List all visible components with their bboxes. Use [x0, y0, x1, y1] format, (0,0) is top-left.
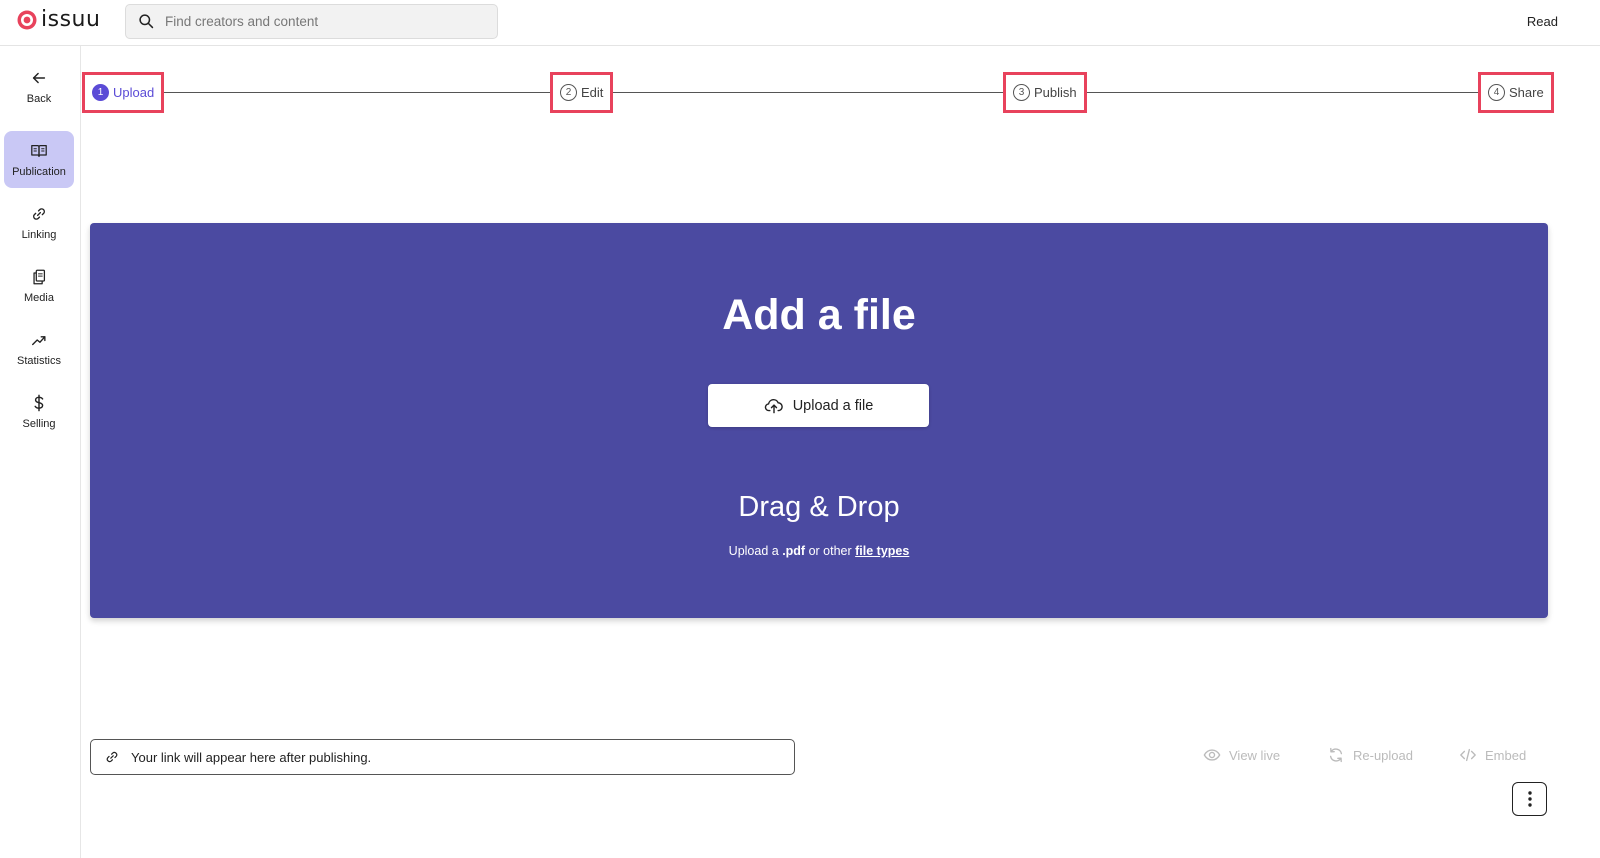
sidebar-item-label: Media — [24, 291, 54, 304]
dollar-icon — [34, 394, 44, 411]
link-icon — [33, 207, 45, 220]
search-bar[interactable] — [125, 4, 498, 39]
issuu-logo-icon — [17, 10, 37, 30]
hint-middle: or other — [805, 544, 856, 558]
step-label: Edit — [581, 85, 604, 100]
step-share[interactable]: 4 Share — [1478, 72, 1554, 113]
code-icon — [1460, 748, 1476, 762]
embed-label: Embed — [1485, 747, 1527, 763]
sidebar-item-selling[interactable]: Selling — [4, 383, 74, 440]
dropzone-title: Add a file — [722, 291, 916, 339]
step-number: 3 — [1013, 84, 1030, 101]
refresh-icon — [1329, 747, 1343, 763]
sidebar: Back Publication Linking Media Statistic… — [0, 46, 81, 858]
file-types-link[interactable]: file types — [855, 544, 909, 558]
search-icon — [139, 14, 154, 29]
step-upload[interactable]: 1 Upload — [82, 72, 165, 113]
back-button[interactable]: Back — [4, 58, 74, 115]
publication-link-field[interactable]: Your link will appear here after publish… — [90, 739, 795, 775]
sidebar-item-label: Statistics — [16, 354, 61, 367]
search-input[interactable] — [165, 14, 465, 29]
brand-name: issuu — [41, 7, 101, 32]
sidebar-item-label: Linking — [21, 228, 57, 241]
pages-icon — [33, 269, 46, 284]
sidebar-item-statistics[interactable]: Statistics — [4, 320, 74, 377]
stepper-line — [160, 92, 1480, 93]
upload-file-button[interactable]: Upload a file — [708, 384, 929, 427]
link-icon — [106, 751, 118, 763]
sidebar-item-media[interactable]: Media — [4, 257, 74, 314]
more-options-button[interactable] — [1512, 782, 1547, 816]
sidebar-item-label: Selling — [22, 417, 56, 430]
hint-prefix: Upload a — [728, 544, 783, 558]
step-number: 2 — [560, 84, 577, 101]
reupload-label: Re-upload — [1353, 747, 1413, 763]
back-label: Back — [26, 92, 52, 105]
hint-ext: .pdf — [782, 544, 806, 558]
step-publish[interactable]: 3 Publish — [1003, 72, 1087, 113]
book-icon — [31, 144, 47, 157]
issuu-logo[interactable]: issuu — [17, 7, 101, 32]
sidebar-item-linking[interactable]: Linking — [4, 194, 74, 251]
reupload-button[interactable]: Re-upload — [1327, 746, 1413, 764]
vertical-dots-icon — [1527, 791, 1532, 807]
arrow-left-icon — [32, 72, 46, 83]
read-link[interactable]: Read — [1527, 14, 1558, 29]
step-label: Publish — [1034, 85, 1077, 100]
trend-icon — [32, 335, 46, 345]
embed-button[interactable]: Embed — [1459, 746, 1526, 764]
step-number: 1 — [92, 84, 109, 101]
eye-icon — [1203, 749, 1221, 761]
view-live-button[interactable]: View live — [1203, 746, 1280, 764]
cloud-upload-icon — [764, 398, 783, 413]
step-edit[interactable]: 2 Edit — [550, 72, 614, 113]
step-label: Share — [1509, 85, 1544, 100]
link-placeholder-text: Your link will appear here after publish… — [131, 749, 372, 765]
upload-button-label: Upload a file — [792, 397, 874, 414]
view-live-label: View live — [1229, 747, 1281, 763]
file-dropzone[interactable]: Add a file Upload a file Drag & Drop Upl… — [90, 223, 1548, 618]
step-number: 4 — [1488, 84, 1505, 101]
upload-hint: Upload a .pdf or other file types — [90, 544, 1548, 558]
drag-drop-heading: Drag & Drop — [738, 491, 900, 523]
step-label: Upload — [113, 85, 155, 100]
sidebar-item-publication[interactable]: Publication — [4, 131, 74, 188]
top-bar: issuu Read — [0, 0, 1600, 46]
sidebar-item-label: Publication — [12, 165, 66, 178]
